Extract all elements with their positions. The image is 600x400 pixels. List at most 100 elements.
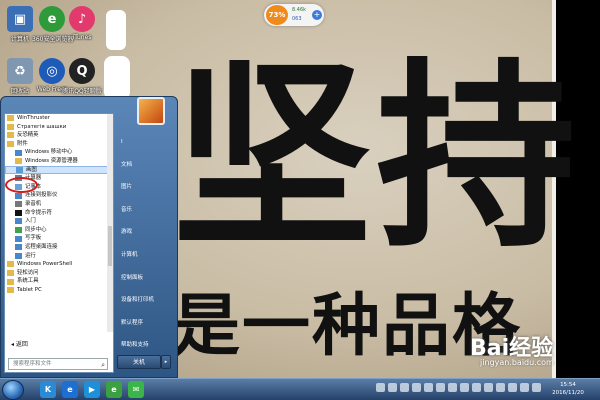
program-label: 入门 xyxy=(25,218,36,225)
upload-speed: 8.46k xyxy=(292,7,307,13)
search-input[interactable]: 搜索程序和文件 ⌕ xyxy=(8,358,108,370)
wechat-icon[interactable]: ✉ xyxy=(128,381,144,398)
program-label: 画图 xyxy=(26,166,37,173)
desktop-icon-itunes[interactable]: ♪ iTunes xyxy=(62,6,102,41)
recycle-bin-icon: ♻ xyxy=(7,58,33,84)
mobility-icon xyxy=(15,149,22,156)
scrollbar-thumb[interactable] xyxy=(108,226,112,266)
clock-date: 2016/11/20 xyxy=(552,390,584,396)
program-item[interactable]: 录音机 xyxy=(5,200,108,209)
program-label: 运行 xyxy=(25,252,36,259)
program-item[interactable]: WinThruster xyxy=(5,114,108,123)
program-item[interactable]: 命令提示符 xyxy=(5,209,108,218)
program-item[interactable]: 反恐精英 xyxy=(5,131,108,140)
program-item[interactable]: Стратегія шашки xyxy=(5,123,108,132)
download-speed: 063 xyxy=(292,16,302,22)
start-menu-link[interactable]: 帮助和支持 xyxy=(117,334,175,357)
network-speed-widget[interactable]: 73% 8.46k 063 + xyxy=(264,4,324,26)
folder-icon xyxy=(7,278,14,285)
shutdown-options-arrow-icon[interactable]: ▸ xyxy=(161,355,171,369)
360-browser-icon[interactable]: e xyxy=(106,381,122,398)
start-menu-link[interactable]: 游戏 xyxy=(117,221,175,244)
tray-icon[interactable] xyxy=(424,383,433,392)
start-menu-link[interactable]: 文档 xyxy=(117,154,175,177)
back-button[interactable]: ◂ 返回 xyxy=(5,340,109,350)
wallpaper-headline: 坚持 xyxy=(172,40,581,275)
cmd-icon xyxy=(15,209,22,216)
program-item[interactable]: 画图 xyxy=(5,165,108,175)
user-avatar[interactable] xyxy=(137,97,165,125)
program-item[interactable]: 附件 xyxy=(5,140,108,149)
wordpad-icon xyxy=(15,235,22,242)
program-label: WinThruster xyxy=(17,115,50,121)
k-app-icon[interactable]: K xyxy=(40,381,56,398)
start-icon xyxy=(15,218,22,225)
memory-percent-badge: 73% xyxy=(266,5,288,25)
clock[interactable]: 15:54 2016/11/20 xyxy=(540,381,596,397)
browser-icon[interactable]: e xyxy=(62,381,78,398)
program-label: 连接到投影仪 xyxy=(25,192,58,199)
program-item[interactable]: 轻松访问 xyxy=(5,269,108,278)
start-menu-link[interactable]: 图片 xyxy=(117,176,175,199)
folder-icon xyxy=(7,132,14,139)
search-icon: ⌕ xyxy=(101,361,105,369)
start-menu-links: I 文档 图片 音乐 游戏 计算机 控制面板 设备和打印机 默认程序 帮助和支持 xyxy=(117,131,175,357)
start-menu-link[interactable]: 音乐 xyxy=(117,199,175,222)
program-label: 同步中心 xyxy=(25,226,47,233)
program-item[interactable]: Windows 资源管理器 xyxy=(5,157,108,166)
tray-icon[interactable] xyxy=(436,383,445,392)
program-item[interactable]: 系统工具 xyxy=(5,277,108,286)
tray-icon[interactable] xyxy=(448,383,457,392)
computer-icon: ▣ xyxy=(7,6,33,32)
program-label: 系统工具 xyxy=(17,278,39,285)
start-menu-link[interactable]: 设备和打印机 xyxy=(117,289,175,312)
program-label: 轻松访问 xyxy=(17,269,39,276)
program-label: 远程桌面连接 xyxy=(25,243,58,250)
qq-icon: Q xyxy=(69,58,95,84)
projector-icon xyxy=(15,192,22,199)
start-button[interactable] xyxy=(2,380,24,400)
tray-icon[interactable] xyxy=(472,383,481,392)
program-item[interactable]: Windows 移动中心 xyxy=(5,148,108,157)
tray-icon[interactable] xyxy=(400,383,409,392)
start-menu-link[interactable]: 计算机 xyxy=(117,244,175,267)
program-item[interactable]: 入门 xyxy=(5,217,108,226)
program-item[interactable]: 写字板 xyxy=(5,234,108,243)
program-label: Windows PowerShell xyxy=(17,261,73,268)
program-label: 命令提示符 xyxy=(25,209,52,216)
taskbar: Ke ▶ e ✉ 15:54 2016/11/20 xyxy=(0,378,600,400)
explorer-icon xyxy=(15,158,22,165)
highlight-circle xyxy=(5,177,38,193)
shutdown-button[interactable]: 关机 xyxy=(117,355,161,369)
sync-icon xyxy=(15,227,22,234)
tray-icon[interactable] xyxy=(520,383,529,392)
tray-icon[interactable] xyxy=(388,383,397,392)
start-menu-link[interactable]: 默认程序 xyxy=(117,312,175,335)
tray-icon[interactable] xyxy=(508,383,517,392)
recorder-icon xyxy=(15,201,22,208)
program-label: 反恐精英 xyxy=(17,132,39,139)
start-menu-link[interactable]: I xyxy=(117,131,175,154)
watermark-url: jingyan.baidu.com xyxy=(480,358,554,367)
program-item[interactable]: 远程桌面连接 xyxy=(5,243,108,252)
program-label: Tablet PC xyxy=(17,286,42,293)
accelerate-icon[interactable]: + xyxy=(312,10,322,20)
tray-icon[interactable] xyxy=(484,383,493,392)
program-item[interactable]: 运行 xyxy=(5,252,108,261)
music-icon: ♪ xyxy=(69,6,95,32)
tray-icon[interactable] xyxy=(460,383,469,392)
desktop-icon-qq[interactable]: Q 腾讯QQ轻聊版 xyxy=(62,58,102,95)
program-label: Windows 移动中心 xyxy=(25,149,73,156)
program-label: 录音机 xyxy=(25,200,42,207)
program-item[interactable]: 同步中心 xyxy=(5,226,108,235)
program-item[interactable]: Windows PowerShell xyxy=(5,260,108,269)
tray-icon[interactable] xyxy=(376,383,385,392)
tray-icon[interactable] xyxy=(496,383,505,392)
folder-icon xyxy=(7,123,14,130)
program-list-scrollbar[interactable] xyxy=(107,114,113,332)
program-item[interactable]: Tablet PC xyxy=(5,286,108,295)
media-player-icon[interactable]: ▶ xyxy=(84,381,100,398)
start-menu-link[interactable]: 控制面板 xyxy=(117,267,175,290)
tray-icon[interactable] xyxy=(412,383,421,392)
clock-time: 15:54 xyxy=(560,382,576,388)
